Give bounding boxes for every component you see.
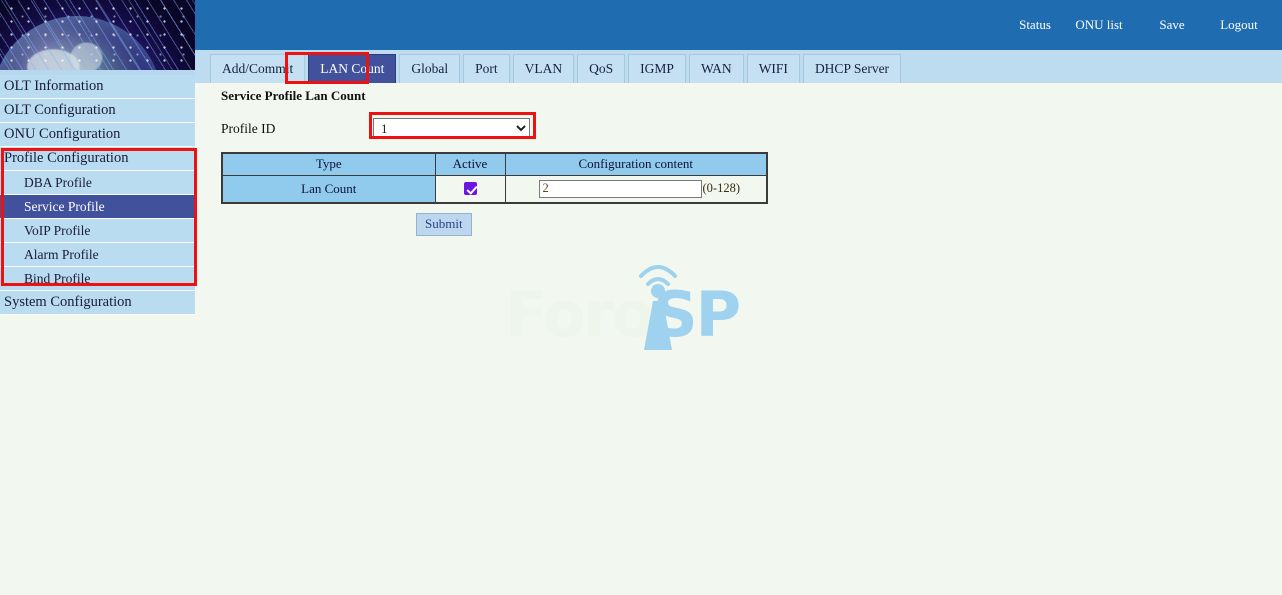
tab-label: Add/Commit: [222, 61, 294, 76]
tab-label: VLAN: [524, 61, 563, 76]
profile-id-select[interactable]: 1: [373, 118, 530, 139]
sidebar-menu: OLT Information OLT Configuration ONU Conf…: [0, 75, 195, 315]
profile-id-select-wrapper: 1: [373, 118, 530, 139]
topnav-save[interactable]: Save: [1136, 17, 1208, 33]
sidebar-item-label: OLT Information: [4, 78, 104, 94]
topnav-onu-list[interactable]: ONU list: [1062, 17, 1136, 33]
tab-dhcp-server[interactable]: DHCP Server: [802, 54, 902, 83]
tab-label: LAN Count: [320, 61, 385, 76]
tab-label: WAN: [700, 61, 732, 76]
sidebar-item-label: OLT Configuration: [4, 102, 116, 118]
submit-button[interactable]: Submit: [416, 213, 472, 236]
cell-type-label: Lan Count: [221, 174, 436, 204]
sidebar-item-label: Bind Profile: [24, 271, 91, 286]
sidebar-item-bind-profile[interactable]: Bind Profile: [0, 267, 195, 291]
tab-wifi[interactable]: WIFI: [746, 54, 800, 83]
cell-configuration: (0-128): [504, 174, 768, 204]
top-navigation: Status ONU list Save Logout: [1008, 0, 1270, 50]
main-content: Service Profile Lan Count Profile ID 1 T…: [195, 83, 1282, 595]
sidebar: OLT Information OLT Configuration ONU Conf…: [0, 0, 197, 595]
profile-id-label: Profile ID: [221, 121, 276, 136]
tab-bar: Add/Commit LAN Count Global Port VLAN QoS IGMP…: [195, 50, 1282, 83]
topnav-logout[interactable]: Logout: [1208, 17, 1270, 33]
cell-active: [434, 174, 506, 204]
sidebar-item-olt-information[interactable]: OLT Information: [0, 75, 195, 99]
table-head: Type Active Configuration content: [221, 152, 768, 176]
topnav-status[interactable]: Status: [1008, 17, 1062, 33]
sidebar-item-label: VoIP Profile: [24, 223, 91, 238]
watermark-text-foro: Foro: [505, 278, 655, 351]
profile-id-row: Profile ID 1: [221, 118, 741, 144]
lan-count-range-hint: (0-128): [702, 181, 741, 196]
table-header-row: Type Active Configuration content: [221, 152, 768, 176]
tab-igmp[interactable]: IGMP: [628, 54, 686, 83]
tab-wan[interactable]: WAN: [688, 54, 744, 83]
tab-label: WIFI: [758, 61, 788, 76]
tab-label: Global: [411, 61, 449, 76]
header-bar: Status ONU list Save Logout: [195, 0, 1282, 50]
tab-label: DHCP Server: [814, 61, 890, 76]
table-body: Lan Count (0-128): [221, 174, 768, 204]
configuration-table: Type Active Configuration content Lan Co…: [221, 152, 768, 204]
light-dots: [0, 0, 195, 75]
tab-label: IGMP: [640, 61, 674, 76]
column-header-config: Configuration content: [504, 152, 768, 176]
page-title: Service Profile Lan Count: [221, 88, 366, 103]
banner-image: [0, 0, 195, 75]
tab-port[interactable]: Port: [463, 54, 510, 83]
tab-label: QoS: [589, 61, 614, 76]
foroisp-watermark: Foro SP: [505, 246, 795, 356]
active-checkbox[interactable]: [464, 182, 477, 196]
oltweb-page: OLT Information OLT Configuration ONU Conf…: [0, 0, 1282, 595]
sidebar-item-olt-configuration[interactable]: OLT Configuration: [0, 99, 195, 123]
lan-count-input[interactable]: [538, 179, 702, 198]
sidebar-item-label: ONU Configuration: [4, 126, 121, 142]
sidebar-item-label: Service Profile: [24, 199, 105, 214]
watermark-tower-icon: [639, 265, 677, 350]
tab-qos[interactable]: QoS: [577, 54, 626, 83]
tab-vlan[interactable]: VLAN: [512, 54, 575, 83]
tab-global[interactable]: Global: [399, 54, 461, 83]
table-row: Lan Count (0-128): [221, 174, 768, 204]
tab-label: Port: [475, 61, 498, 76]
sidebar-item-dba-profile[interactable]: DBA Profile: [0, 171, 195, 195]
tab-list: Add/Commit LAN Count Global Port VLAN QoS IGMP…: [210, 54, 902, 83]
config-input-group: (0-128): [507, 179, 766, 198]
sidebar-item-service-profile[interactable]: Service Profile: [0, 195, 195, 219]
sidebar-item-label: System Configuration: [4, 294, 132, 310]
tab-add-commit[interactable]: Add/Commit: [210, 54, 306, 83]
sidebar-item-label: DBA Profile: [24, 175, 92, 190]
sidebar-item-label: Profile Configuration: [4, 150, 129, 166]
sidebar-item-voip-profile[interactable]: VoIP Profile: [0, 219, 195, 243]
tab-lan-count[interactable]: LAN Count: [308, 54, 397, 83]
sidebar-item-system-configuration[interactable]: System Configuration: [0, 291, 195, 315]
watermark-text-sp: SP: [653, 278, 741, 351]
sidebar-item-onu-configuration[interactable]: ONU Configuration: [0, 123, 195, 147]
column-header-type: Type: [221, 152, 436, 176]
column-header-active: Active: [434, 152, 506, 176]
sidebar-item-label: Alarm Profile: [24, 247, 99, 262]
sidebar-item-alarm-profile[interactable]: Alarm Profile: [0, 243, 195, 267]
sidebar-item-profile-configuration[interactable]: Profile Configuration: [0, 147, 195, 171]
